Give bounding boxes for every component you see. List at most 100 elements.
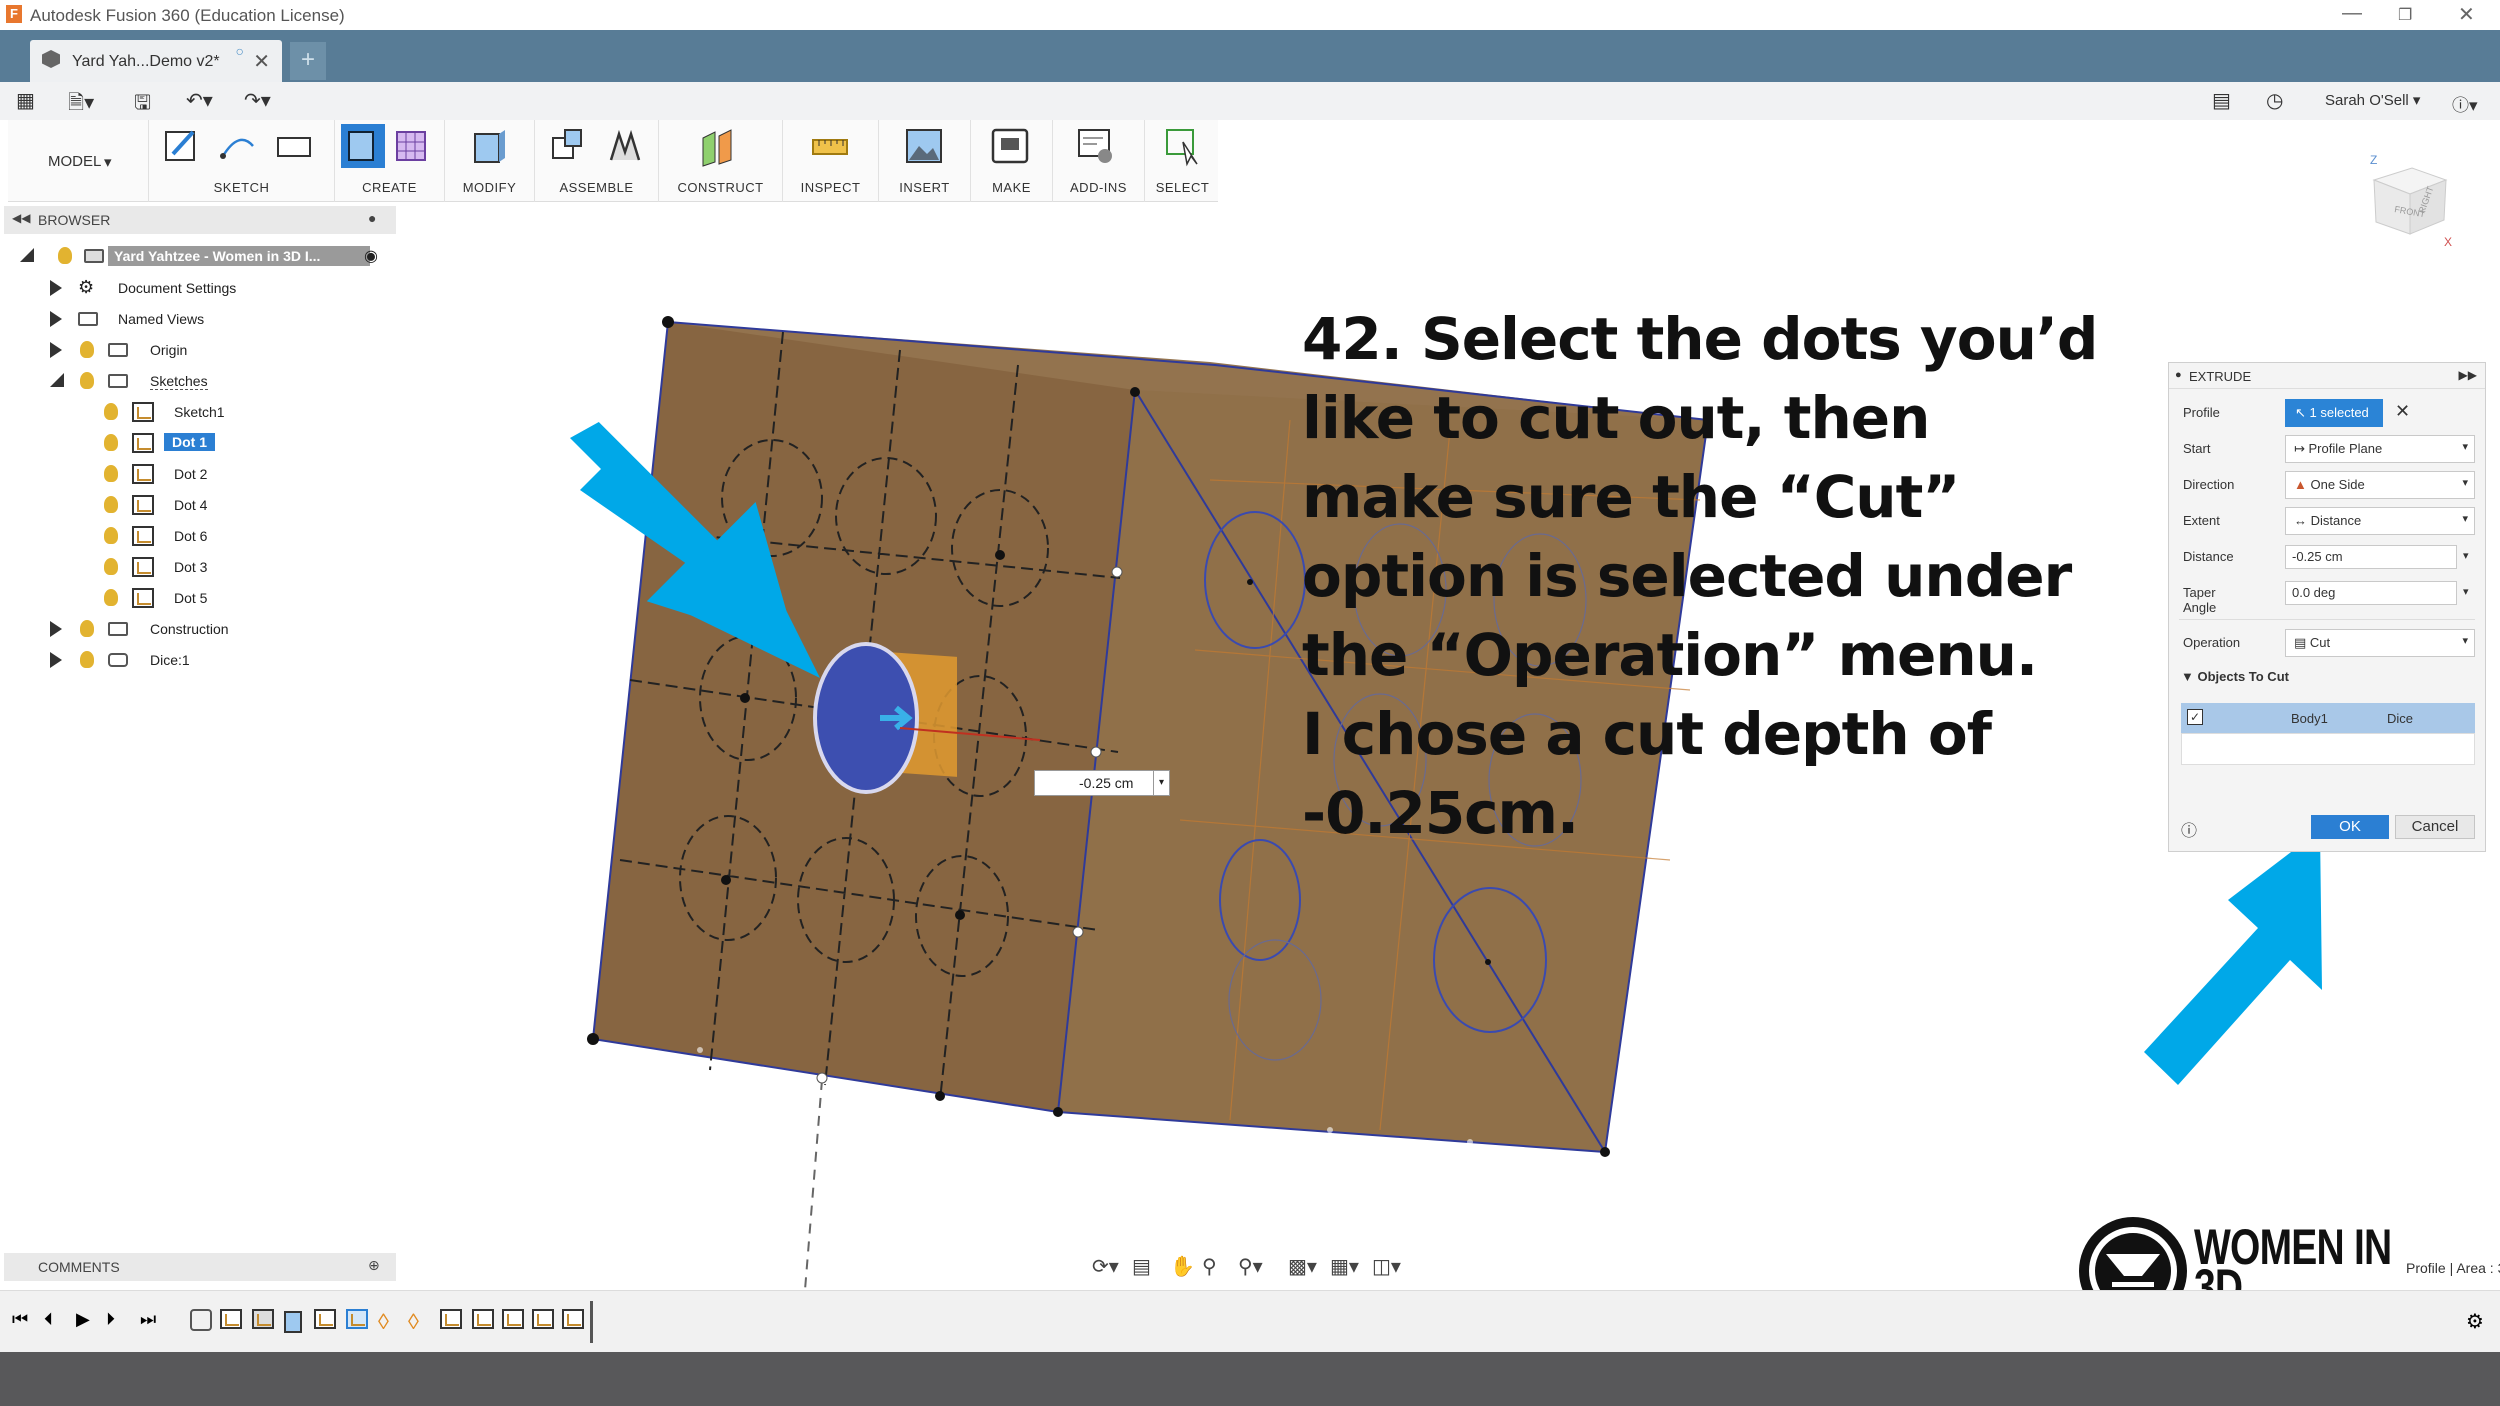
fit-icon[interactable]: ⚲▾: [1238, 1254, 1263, 1279]
close-window-icon[interactable]: ✕: [2458, 2, 2475, 27]
tree-root[interactable]: Yard Yahtzee - Women in 3D I... ◉: [20, 244, 392, 270]
collapse-panel-icon[interactable]: ◀◀: [12, 211, 30, 225]
create-sketch-icon[interactable]: [163, 126, 201, 168]
info-icon[interactable]: ⓘ: [2181, 817, 2197, 841]
timeline-features[interactable]: ◊ ◊: [190, 1309, 590, 1335]
timeline-extrude-icon[interactable]: [284, 1311, 302, 1333]
object-to-cut-row[interactable]: ✓ Body1 Dice: [2181, 703, 2475, 733]
distance-input[interactable]: -0.25 cm: [2285, 545, 2457, 569]
job-status-clock-icon[interactable]: ◷: [2266, 88, 2283, 113]
inspect-group[interactable]: INSPECT: [782, 120, 878, 202]
dialog-collapse-icon[interactable]: ●: [2175, 369, 2182, 381]
taper-angle-input[interactable]: 0.0 deg: [2285, 581, 2457, 605]
timeline-sketch-icon[interactable]: [562, 1309, 584, 1329]
timeline-sketch-icon[interactable]: [252, 1309, 274, 1329]
user-menu[interactable]: Sarah O'Sell ▾: [2325, 91, 2420, 109]
visibility-bulb-icon[interactable]: [80, 651, 94, 668]
minimize-icon[interactable]: —: [2342, 2, 2362, 25]
visibility-bulb-icon[interactable]: [104, 403, 118, 420]
step-back-icon[interactable]: ⏴: [44, 1309, 53, 1330]
save-icon[interactable]: 🖫: [134, 88, 151, 122]
objects-to-cut-section[interactable]: ▼ Objects To Cut: [2181, 669, 2289, 684]
redo-icon[interactable]: ↷▾: [244, 88, 271, 113]
close-tab-icon[interactable]: ✕: [253, 49, 270, 74]
document-tab[interactable]: Yard Yah...Demo v2* ○ ✕: [30, 40, 282, 82]
file-menu-icon[interactable]: 🗎▾: [68, 88, 94, 122]
visibility-bulb-icon[interactable]: [80, 372, 94, 389]
collapse-icon[interactable]: [50, 373, 64, 387]
timeline-body-icon[interactable]: [190, 1309, 212, 1331]
look-at-icon[interactable]: ▤: [1132, 1254, 1151, 1279]
visibility-bulb-icon[interactable]: [104, 434, 118, 451]
timeline-feature-icon[interactable]: ◊: [408, 1309, 419, 1335]
joint-icon[interactable]: [605, 126, 643, 168]
timeline-feature-icon[interactable]: ◊: [378, 1309, 389, 1335]
browser-header[interactable]: ◀◀ BROWSER ●: [4, 206, 396, 234]
undo-icon[interactable]: ↶▾: [186, 88, 213, 113]
addins-group[interactable]: ADD-INS: [1052, 120, 1144, 202]
visibility-bulb-icon[interactable]: [104, 465, 118, 482]
notifications-icon[interactable]: ▤: [2212, 88, 2231, 113]
zoom-icon[interactable]: ⚲: [1202, 1254, 1217, 1279]
expand-icon[interactable]: [50, 280, 62, 296]
new-component-icon[interactable]: [549, 126, 587, 168]
expand-dialog-icon[interactable]: ▶▶: [2459, 368, 2477, 382]
go-to-start-icon[interactable]: ⏮: [12, 1309, 28, 1330]
profile-selection-button[interactable]: ↖ 1 selected: [2285, 399, 2383, 427]
display-settings-icon[interactable]: ▩▾: [1288, 1254, 1317, 1279]
assemble-group[interactable]: ASSEMBLE: [534, 120, 658, 202]
visibility-bulb-icon[interactable]: [104, 496, 118, 513]
sketch-group[interactable]: SKETCH: [148, 120, 334, 202]
view-cube[interactable]: FRONT RIGHT Z X: [2360, 150, 2460, 250]
chevron-down-icon[interactable]: ▾: [1153, 771, 1169, 795]
orbit-icon[interactable]: ⟳▾: [1092, 1254, 1119, 1279]
visibility-bulb-icon[interactable]: [104, 558, 118, 575]
activate-radio-icon[interactable]: ◉: [364, 246, 378, 266]
expand-icon[interactable]: [50, 342, 62, 358]
extent-select[interactable]: ↔ Distance ▾: [2285, 507, 2475, 535]
timeline-sketch-icon[interactable]: [472, 1309, 494, 1329]
offset-plane-icon[interactable]: [699, 126, 737, 168]
pan-hand-icon[interactable]: ✋: [1170, 1254, 1195, 1279]
timeline-sketch-icon[interactable]: [314, 1309, 336, 1329]
visibility-bulb-icon[interactable]: [104, 527, 118, 544]
help-icon[interactable]: ⓘ▾: [2452, 91, 2478, 116]
play-icon[interactable]: ▶: [76, 1309, 90, 1330]
go-to-end-icon[interactable]: ⏭: [140, 1309, 156, 1330]
expand-icon[interactable]: [50, 652, 62, 668]
timeline-sketch-icon[interactable]: [440, 1309, 462, 1329]
rectangle-icon[interactable]: [275, 126, 313, 168]
timeline-sketch-active-icon[interactable]: [346, 1309, 368, 1329]
timeline-sketch-icon[interactable]: [532, 1309, 554, 1329]
add-comment-icon[interactable]: ⊕: [368, 1257, 380, 1274]
construct-group[interactable]: CONSTRUCT: [658, 120, 782, 202]
form-grid-icon[interactable]: [393, 126, 431, 168]
create-group[interactable]: CREATE: [334, 120, 444, 202]
select-cursor-icon[interactable]: [1165, 126, 1203, 168]
timeline-sketch-icon[interactable]: [502, 1309, 524, 1329]
scripts-addins-icon[interactable]: [1077, 126, 1115, 168]
distance-dimension-input[interactable]: -0.25 cm ▾: [1034, 770, 1170, 796]
make-group[interactable]: MAKE: [970, 120, 1052, 202]
select-group[interactable]: SELECT: [1144, 120, 1220, 202]
insert-group[interactable]: INSERT: [878, 120, 970, 202]
ok-button[interactable]: OK: [2311, 815, 2389, 839]
clear-selection-icon[interactable]: ✕: [2395, 401, 2410, 422]
browser-toggle-icon[interactable]: ●: [368, 210, 376, 226]
extrude-icon[interactable]: [341, 124, 385, 168]
operation-select[interactable]: ▤ Cut ▾: [2285, 629, 2475, 657]
step-forward-icon[interactable]: ⏵: [106, 1309, 115, 1330]
cancel-button[interactable]: Cancel: [2395, 815, 2475, 839]
extrude-dialog-header[interactable]: ● EXTRUDE ▶▶: [2169, 363, 2485, 389]
chevron-down-icon[interactable]: ▾: [2463, 549, 2469, 562]
visibility-bulb-icon[interactable]: [80, 620, 94, 637]
expand-icon[interactable]: [50, 311, 62, 327]
expand-icon[interactable]: [20, 248, 34, 262]
expand-icon[interactable]: [50, 621, 62, 637]
timeline-marker[interactable]: [590, 1301, 593, 1343]
chevron-down-icon[interactable]: ▾: [2463, 585, 2469, 598]
visibility-bulb-icon[interactable]: [58, 247, 72, 264]
insert-image-icon[interactable]: [905, 126, 943, 168]
visibility-bulb-icon[interactable]: [80, 341, 94, 358]
grid-settings-icon[interactable]: ▦▾: [1330, 1254, 1359, 1279]
